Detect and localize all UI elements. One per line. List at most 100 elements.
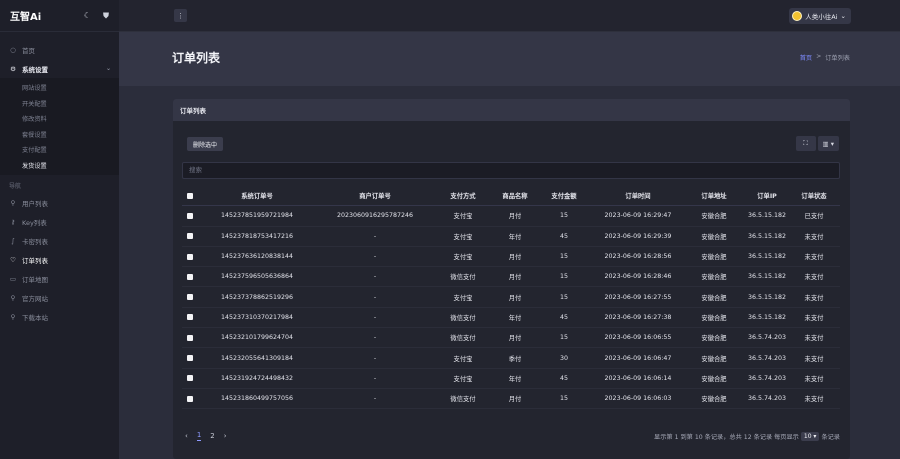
row-checkbox[interactable] (182, 294, 198, 301)
table-row[interactable]: 145237310370217984 - 微信支付 年付 45 2023-06-09 16… (182, 308, 840, 329)
pagination: ‹ 1 2 › (185, 431, 227, 441)
product-name-cell: 月付 (508, 294, 522, 302)
column-header[interactable]: 订单时间 (590, 191, 686, 200)
submenu-item[interactable]: 网站设置 (0, 80, 119, 96)
row-checkbox[interactable] (182, 253, 198, 260)
sidebar-item-system-settings[interactable]: ⚙ 系统设置 ⌄ (0, 59, 119, 78)
sidebar-nav: ○ 首页 ⚙ 系统设置 ⌄ 网站设置 开关配置 修改资料 套餐设置 支付配置 发… (0, 32, 119, 326)
moon-icon[interactable]: ☾ (84, 11, 91, 21)
orders-card: 订单列表 删除选中 ⛶ ▥ ▾ 搜索 系统订单号 商户订单号 支付方式 商品名称… (173, 99, 850, 459)
sidebar-item-users[interactable]: ⚲ 用户列表 (0, 193, 119, 212)
sidebar-item-download[interactable]: ⚲ 下载本站 (0, 307, 119, 326)
table-row[interactable]: 145237636120838144 - 支付宝 月付 15 2023-06-09 16:… (182, 247, 840, 268)
column-header[interactable]: 商品名称 (492, 191, 538, 200)
user-menu[interactable]: 人类小往Ai ⌄ (789, 8, 851, 24)
table-row[interactable]: 145231860499757056 - 微信支付 月付 15 2023-06-09 16… (182, 389, 840, 410)
menu-button[interactable]: ⋮ (174, 9, 187, 22)
order-status-cell: 未支付 (804, 355, 824, 363)
merchant-order-no-cell: - (373, 395, 377, 403)
columns-icon: ▥ (822, 139, 829, 148)
table-row[interactable]: 145237851959721984 2023060916295787246 支付宝… (182, 206, 840, 227)
submenu-item[interactable]: 套餐设置 (0, 127, 119, 143)
fullscreen-icon[interactable]: ⛶ (795, 136, 816, 151)
table-row[interactable]: 145237818753417216 - 支付宝 年付 45 2023-06-09 16:… (182, 227, 840, 247)
system-order-no-cell: 145231924724498432 (220, 374, 294, 382)
sidebar-item-keys[interactable]: ⚷ Key列表 (0, 212, 119, 231)
amount-cell: 15 (559, 273, 568, 281)
amount-cell: 45 (559, 232, 568, 240)
order-address-cell: 安徽合肥 (701, 375, 727, 383)
columns-toggle-button[interactable]: ▥ ▾ (817, 136, 839, 151)
order-ip-cell: 36.5.15.182 (747, 232, 787, 240)
sidebar-item-label: 官方网站 (22, 294, 48, 303)
brand-name: 互智Ai (10, 12, 42, 23)
column-header[interactable]: 系统订单号 (198, 191, 316, 200)
row-checkbox[interactable] (182, 212, 198, 219)
table-row[interactable]: 145232055641309184 - 支付宝 季付 30 2023-06-09 16:… (182, 348, 840, 369)
orders-table: 系统订单号 商户订单号 支付方式 商品名称 支付金额 订单时间 订单地址 订单I… (182, 186, 840, 410)
column-header[interactable]: 支付方式 (434, 191, 492, 200)
search-icon: ⚲ (10, 293, 16, 302)
order-address-cell: 安徽合肥 (701, 294, 727, 302)
sidebar-item-order-map[interactable]: ▭ 订单地图 (0, 269, 119, 288)
submenu-item[interactable]: 发货设置 (0, 158, 119, 174)
next-page-button[interactable]: › (224, 432, 227, 440)
table-row[interactable]: 145231924724498432 - 支付宝 年付 45 2023-06-09 16:… (182, 369, 840, 389)
amount-cell: 15 (559, 334, 568, 342)
system-order-no-cell: 145237851959721984 (220, 212, 294, 220)
row-checkbox[interactable] (182, 395, 198, 402)
sidebar-item-label: 订单列表 (22, 256, 48, 265)
column-header[interactable]: 订单IP (742, 191, 792, 200)
product-name-cell: 月付 (508, 396, 522, 404)
pagination-suffix: 条记录 (821, 434, 840, 441)
amount-cell: 15 (559, 212, 568, 220)
column-header[interactable]: 订单地址 (686, 191, 742, 200)
submenu-item[interactable]: 修改资料 (0, 111, 119, 127)
order-time-cell: 2023-06-09 16:06:03 (604, 395, 672, 403)
select-all-checkbox[interactable] (182, 192, 198, 199)
payment-method-cell: 微信支付 (450, 274, 476, 282)
search-input[interactable]: 搜索 (182, 162, 840, 179)
order-ip-cell: 36.5.74.203 (747, 334, 787, 342)
column-header[interactable]: 商户订单号 (316, 191, 434, 200)
breadcrumb-current: 订单列表 (825, 55, 850, 62)
sidebar: 互智Ai ☾ ⛊ ○ 首页 ⚙ 系统设置 ⌄ 网站设置 开关配置 修改资料 套餐… (0, 0, 119, 459)
payment-method-cell: 支付宝 (453, 233, 473, 241)
gear-icon: ⚙ (10, 64, 16, 73)
column-header[interactable]: 支付金额 (538, 191, 590, 200)
row-checkbox[interactable] (182, 355, 198, 362)
payment-method-cell: 微信支付 (450, 335, 476, 343)
merchant-order-no-cell: - (373, 232, 377, 240)
table-row[interactable]: 145237378862519296 - 支付宝 月付 15 2023-06-09 16:… (182, 287, 840, 308)
page-size-select[interactable]: 10 ▾ (800, 432, 820, 441)
submenu-item[interactable]: 开关配置 (0, 96, 119, 112)
column-header[interactable]: 订单状态 (792, 191, 836, 200)
sidebar-item-cards[interactable]: ∫ 卡密列表 (0, 231, 119, 250)
page-title: 订单列表 (172, 51, 221, 65)
order-time-cell: 2023-06-09 16:06:55 (604, 334, 672, 342)
sidebar-item-official-site[interactable]: ⚲ 官方网站 (0, 288, 119, 307)
row-checkbox[interactable] (182, 314, 198, 321)
page-button[interactable]: 1 (196, 431, 202, 441)
row-checkbox[interactable] (182, 334, 198, 341)
table-row[interactable]: 145237596505636864 - 微信支付 月付 15 2023-06-09 16… (182, 267, 840, 288)
page-button[interactable]: 2 (210, 432, 214, 440)
row-checkbox[interactable] (182, 273, 198, 280)
table-body: 145237851959721984 2023060916295787246 支付宝… (182, 206, 840, 410)
row-checkbox[interactable] (182, 375, 198, 382)
order-address-cell: 安徽合肥 (701, 355, 727, 363)
avatar (792, 11, 803, 21)
payment-method-cell: 微信支付 (450, 396, 476, 404)
table-row[interactable]: 145232101799624704 - 微信支付 月付 15 2023-06-09 16… (182, 328, 840, 349)
sidebar-item-orders[interactable]: ♡ 订单列表 (0, 250, 119, 269)
breadcrumb-home[interactable]: 首页 (800, 53, 812, 62)
row-checkbox[interactable] (182, 233, 198, 240)
key-icon: ⚷ (10, 217, 16, 226)
merchant-order-no-cell: 2023060916295787246 (336, 212, 414, 220)
submenu-item[interactable]: 支付配置 (0, 142, 119, 158)
shield-icon[interactable]: ⛊ (103, 11, 109, 21)
prev-page-button[interactable]: ‹ (185, 432, 188, 440)
sidebar-item-home[interactable]: ○ 首页 (0, 40, 119, 59)
card-title: 订单列表 (173, 99, 850, 121)
delete-selected-button[interactable]: 删除选中 (187, 137, 224, 151)
